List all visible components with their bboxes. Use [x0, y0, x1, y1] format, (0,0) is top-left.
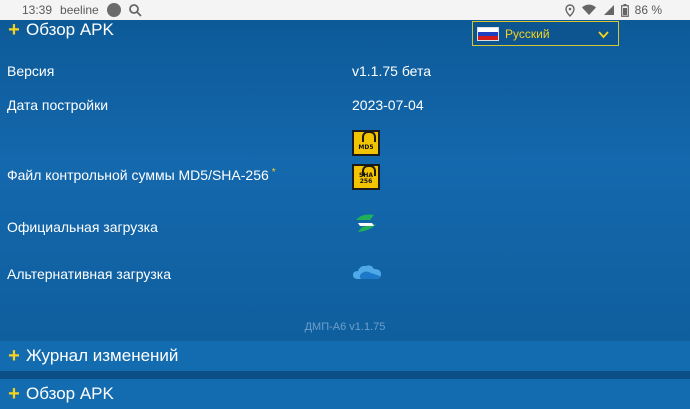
- apk-overview-section-header[interactable]: + Обзор APK: [0, 379, 690, 409]
- version-label: Версия: [7, 63, 55, 79]
- version-value: v1.1.75 бета: [352, 63, 432, 79]
- status-time: 13:39: [22, 3, 53, 17]
- notification-dot-icon: [106, 3, 121, 17]
- section-divider: [0, 371, 690, 379]
- status-bar: 13:39 beeline 86 %: [0, 0, 690, 20]
- checksum-note-star: *: [271, 167, 276, 178]
- location-icon: [564, 3, 575, 17]
- md5-label: MD5: [358, 144, 374, 151]
- language-select[interactable]: Русский: [472, 21, 619, 46]
- sha256-lock-icon[interactable]: SHA 256: [352, 164, 380, 190]
- alternative-download-label: Альтернативная загрузка: [7, 266, 171, 282]
- official-download-icon[interactable]: [352, 212, 380, 241]
- wifi-icon: [581, 4, 597, 16]
- build-date-value: 2023-07-04: [352, 97, 424, 113]
- russia-flag-icon: [477, 26, 499, 41]
- search-icon: [128, 3, 142, 17]
- expand-plus-icon: +: [8, 19, 20, 41]
- changelog-section-header[interactable]: + Журнал изменений: [0, 341, 690, 371]
- checksum-label: Файл контрольной суммы MD5/SHA-256: [7, 167, 269, 183]
- status-carrier: beeline: [60, 3, 99, 17]
- onedrive-cloud-icon[interactable]: [352, 263, 382, 286]
- section-title: Обзор APK: [26, 20, 114, 39]
- signal-icon: [603, 4, 615, 16]
- language-selected: Русский: [505, 26, 550, 41]
- battery-level: 86 %: [634, 3, 662, 17]
- md5-lock-icon[interactable]: MD5: [352, 130, 380, 156]
- expand-plus-icon: +: [8, 345, 20, 367]
- app-version-footer: ДМП-А6 v1.1.75: [304, 321, 386, 333]
- expand-plus-icon: +: [8, 383, 20, 405]
- checksum-row: Файл контрольной суммы MD5/SHA-256 *: [7, 167, 276, 183]
- official-download-label: Официальная загрузка: [7, 219, 158, 235]
- apk-overview-title: Обзор APK: [26, 384, 114, 403]
- changelog-title: Журнал изменений: [26, 346, 179, 365]
- build-date-label: Дата постройки: [7, 97, 109, 113]
- chevron-down-icon: [598, 28, 609, 42]
- battery-icon: [620, 3, 629, 17]
